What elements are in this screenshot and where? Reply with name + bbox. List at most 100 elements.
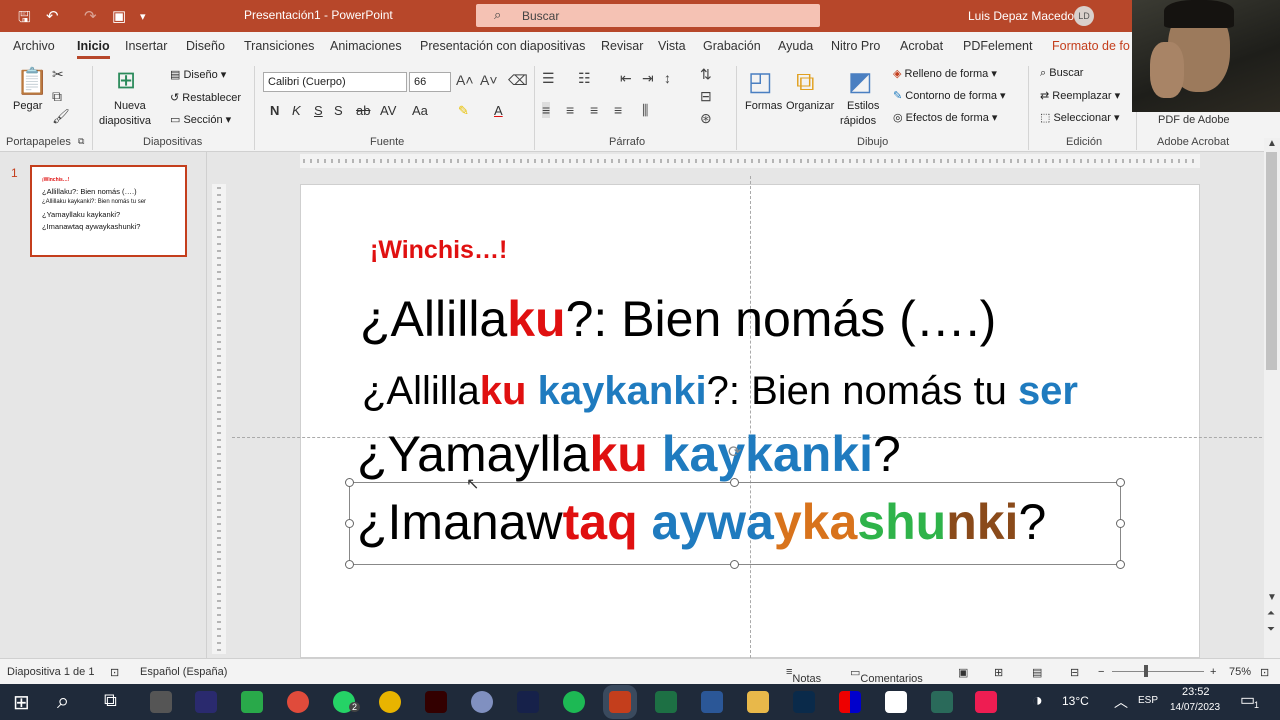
rotate-handle-icon[interactable]: ⟳ <box>728 442 741 462</box>
zoom-in-icon[interactable]: + <box>1210 666 1216 678</box>
slide-line-4[interactable]: ¿Imanawtaq aywaykashunki? <box>357 493 1046 551</box>
shapes-icon[interactable]: ◰ <box>748 66 773 97</box>
illustrator-icon[interactable] <box>425 691 447 713</box>
align-left-icon[interactable]: ≡ <box>542 102 551 118</box>
phone-icon[interactable] <box>241 691 263 713</box>
notes-button[interactable]: ≡ Notas <box>786 666 821 685</box>
resize-handle[interactable] <box>730 560 739 569</box>
select-button[interactable]: ⬚ Seleccionar ▾ <box>1040 111 1120 124</box>
notification-icon[interactable]: ▭ <box>1240 690 1255 710</box>
premiere-icon[interactable] <box>195 691 217 713</box>
weather-icon[interactable]: ◑ <box>1032 690 1043 711</box>
quick-styles-label-1[interactable]: Estilos <box>847 100 879 112</box>
shadow-icon[interactable]: S <box>334 103 343 118</box>
present-icon[interactable]: ▣ <box>112 7 126 25</box>
customize-icon[interactable]: ▾ <box>140 10 146 23</box>
arrange-button[interactable]: Organizar <box>786 100 834 112</box>
zoom-slider-thumb[interactable] <box>1144 665 1148 677</box>
pdf-button[interactable]: PDF de Adobe <box>1158 114 1230 126</box>
tab-formato[interactable]: Formato de fo <box>1052 39 1130 53</box>
align-text-icon[interactable]: ⊟ <box>700 88 712 105</box>
clipboard-launcher-icon[interactable]: ⧉ <box>78 136 84 147</box>
zoom-out-icon[interactable]: − <box>1098 666 1104 678</box>
tab-nitro[interactable]: Nitro Pro <box>831 39 880 53</box>
font-size-field[interactable]: 66 <box>409 72 451 92</box>
user-name[interactable]: Luis Depaz Macedo <box>968 9 1074 23</box>
save-icon[interactable]: 🖫 <box>18 7 31 32</box>
grow-font-icon[interactable]: A˄ <box>456 72 474 88</box>
paste-button[interactable]: Pegar <box>13 100 42 112</box>
app-icon-fruit[interactable] <box>471 691 493 713</box>
undo-icon[interactable]: ↶ <box>46 7 59 25</box>
scroll-up-icon[interactable]: ▲ <box>1267 138 1277 149</box>
tab-vista[interactable]: Vista <box>658 39 686 53</box>
new-slide-label-2[interactable]: diapositiva <box>99 115 151 127</box>
tab-revisar[interactable]: Revisar <box>601 39 643 53</box>
tab-insertar[interactable]: Insertar <box>125 39 167 53</box>
numbering-icon[interactable]: ☷ <box>578 70 591 87</box>
accessibility-icon[interactable]: ⊡ <box>110 666 119 679</box>
new-slide-icon[interactable]: ⊞ <box>116 66 136 95</box>
audition-icon[interactable] <box>517 691 539 713</box>
arrange-icon[interactable]: ⧉ <box>796 66 815 98</box>
bold-icon[interactable]: N <box>270 103 279 118</box>
copy-icon[interactable]: ⧉ <box>52 88 62 105</box>
spacing-icon[interactable]: AV <box>380 103 396 118</box>
strikethrough-icon[interactable]: ab <box>356 103 370 118</box>
weather-temp[interactable]: 13°C <box>1062 694 1089 708</box>
increase-indent-icon[interactable]: ⇥ <box>642 70 654 87</box>
zoom-level[interactable]: 75% <box>1229 666 1251 678</box>
justify-icon[interactable]: ≡ <box>614 102 622 118</box>
comments-button[interactable]: ▭ Comentarios <box>850 666 923 685</box>
photoshop-icon[interactable] <box>793 691 815 713</box>
redo-icon[interactable]: ↷ <box>84 7 97 25</box>
decrease-indent-icon[interactable]: ⇤ <box>620 70 632 87</box>
find-button[interactable]: ⌕ Buscar <box>1040 67 1083 80</box>
layout-button[interactable]: ▤ Diseño ▾ <box>170 68 226 81</box>
new-slide-label-1[interactable]: Nueva <box>114 100 146 112</box>
tiktok-icon[interactable] <box>975 691 997 713</box>
font-color-icon[interactable]: A <box>494 103 503 118</box>
resize-handle[interactable] <box>730 478 739 487</box>
chrome-profile-icon[interactable] <box>287 691 309 713</box>
shape-outline-button[interactable]: ✎ Contorno de forma ▾ <box>893 89 1006 102</box>
cut-icon[interactable]: ✂ <box>52 66 64 83</box>
slide-line-2[interactable]: ¿Allillaku kaykanki?: Bien nomás tu ser <box>362 369 1078 414</box>
section-button[interactable]: ▭ Sección ▾ <box>170 113 231 126</box>
shape-fill-button[interactable]: ◈ Relleno de forma ▾ <box>893 67 997 80</box>
powerpoint-icon[interactable] <box>609 691 631 713</box>
resize-handle[interactable] <box>345 519 354 528</box>
file-explorer-icon[interactable] <box>747 691 769 713</box>
normal-view-icon[interactable]: ▣ <box>958 666 968 679</box>
columns-icon[interactable]: ⫼ <box>642 102 648 119</box>
sorter-view-icon[interactable]: ⊞ <box>994 666 1003 679</box>
chrome-icon[interactable] <box>379 691 401 713</box>
acrobat-icon[interactable] <box>885 691 907 713</box>
shapes-button[interactable]: Formas <box>745 100 782 112</box>
resize-handle[interactable] <box>345 560 354 569</box>
slide-title[interactable]: ¡Winchis…! <box>370 236 507 265</box>
line-spacing-icon[interactable]: ↕ <box>664 70 671 86</box>
tab-archivo[interactable]: Archivo <box>13 39 55 53</box>
fit-slide-icon[interactable]: ⊡ <box>1260 666 1269 679</box>
format-painter-icon[interactable]: 🖌 <box>52 108 70 125</box>
app-icon-tool[interactable] <box>150 691 172 713</box>
tab-grabacion[interactable]: Grabación <box>703 39 761 53</box>
shrink-font-icon[interactable]: A˅ <box>480 72 498 88</box>
highlight-icon[interactable]: ✎ <box>458 103 469 119</box>
language-label[interactable]: Español (España) <box>140 666 227 678</box>
slide-line-3[interactable]: ¿Yamayllaku kaykanki? <box>357 425 901 483</box>
windows-start-icon[interactable]: ⊞ <box>13 690 30 715</box>
shape-effects-button[interactable]: ◎ Efectos de forma ▾ <box>893 111 997 124</box>
quick-styles-label-2[interactable]: rápidos <box>840 115 876 127</box>
input-language[interactable]: ESP <box>1138 695 1158 706</box>
task-view-icon[interactable]: ⧉ <box>104 690 117 711</box>
font-name-field[interactable]: Calibri (Cuerpo) <box>263 72 407 92</box>
resize-handle[interactable] <box>1116 478 1125 487</box>
reset-button[interactable]: ↺ Restablecer <box>170 91 241 104</box>
tab-inicio[interactable]: Inicio <box>77 39 110 59</box>
replace-button[interactable]: ⇄ Reemplazar ▾ <box>1040 89 1120 102</box>
italic-icon[interactable]: K <box>292 103 301 118</box>
resize-handle[interactable] <box>1116 519 1125 528</box>
paste-icon[interactable]: 📋 <box>16 66 48 97</box>
